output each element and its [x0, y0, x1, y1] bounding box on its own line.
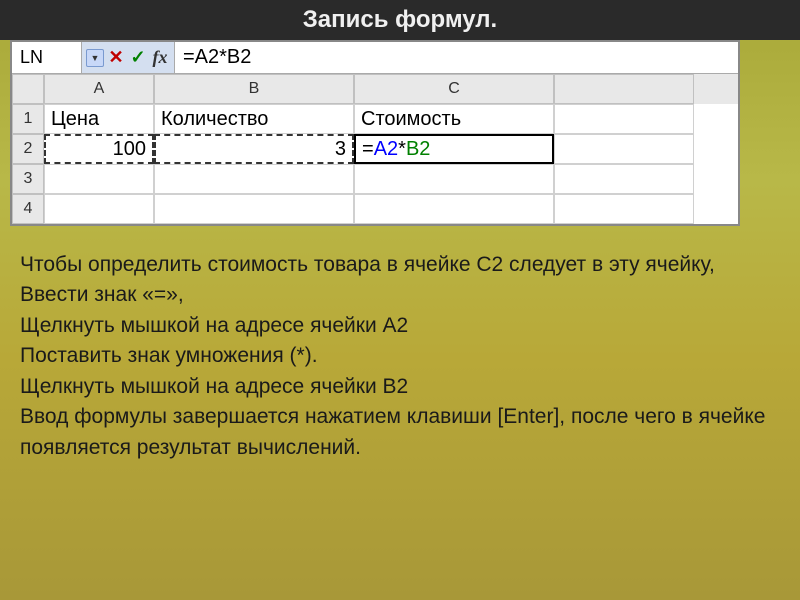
spreadsheet-grid: A B C 1 Цена Количество Стоимость 2 100 …	[12, 74, 738, 224]
excel-window: LN ▼ ✕ ✓ fx =A2*B2 A B C 1 Цена Количест…	[10, 40, 740, 226]
row-header-3[interactable]: 3	[12, 164, 44, 194]
formula-input[interactable]: =A2*B2	[174, 42, 738, 73]
explanation-line: Щелкнуть мышкой на адресе ячейки В2	[20, 372, 780, 402]
table-row: 3	[12, 164, 738, 194]
cell-b3[interactable]	[154, 164, 354, 194]
cell-a2[interactable]: 100	[44, 134, 154, 164]
cell-c4[interactable]	[354, 194, 554, 224]
cell-d4[interactable]	[554, 194, 694, 224]
table-row: 2 100 3 =A2*B2	[12, 134, 738, 164]
cell-d2[interactable]	[554, 134, 694, 164]
column-header-c[interactable]: C	[354, 74, 554, 104]
confirm-formula-button[interactable]: ✓	[128, 48, 148, 68]
column-header-d[interactable]	[554, 74, 694, 104]
row-header-2[interactable]: 2	[12, 134, 44, 164]
name-box[interactable]: LN	[12, 42, 82, 73]
formula-prefix: =	[362, 138, 374, 161]
explanation-line: Щелкнуть мышкой на адресе ячейки А2	[20, 311, 780, 341]
explanation-line: Ввести знак «=»,	[20, 280, 780, 310]
table-row: 4	[12, 194, 738, 224]
cell-a4[interactable]	[44, 194, 154, 224]
table-row: 1 Цена Количество Стоимость	[12, 104, 738, 134]
slide-title: Запись формул.	[0, 0, 800, 40]
cell-d3[interactable]	[554, 164, 694, 194]
cancel-formula-button[interactable]: ✕	[106, 48, 126, 68]
cell-c1[interactable]: Стоимость	[354, 104, 554, 134]
cell-b2[interactable]: 3	[154, 134, 354, 164]
cell-b4[interactable]	[154, 194, 354, 224]
cell-d1[interactable]	[554, 104, 694, 134]
cell-a3[interactable]	[44, 164, 154, 194]
column-header-row: A B C	[12, 74, 738, 104]
select-all-corner[interactable]	[12, 74, 44, 104]
explanation-line: Ввод формулы завершается нажатием клавиш…	[20, 402, 780, 463]
explanation-line: Чтобы определить стоимость товара в ячей…	[20, 250, 780, 280]
name-box-dropdown-icon[interactable]: ▼	[86, 49, 104, 67]
cell-c3[interactable]	[354, 164, 554, 194]
formula-bar: LN ▼ ✕ ✓ fx =A2*B2	[12, 42, 738, 74]
cell-b1[interactable]: Количество	[154, 104, 354, 134]
column-header-a[interactable]: A	[44, 74, 154, 104]
cell-ref-b2: B2	[406, 138, 430, 161]
row-header-1[interactable]: 1	[12, 104, 44, 134]
explanation-line: Поставить знак умножения (*).	[20, 341, 780, 371]
insert-function-button[interactable]: fx	[150, 48, 170, 68]
cell-a1[interactable]: Цена	[44, 104, 154, 134]
explanation-text: Чтобы определить стоимость товара в ячей…	[0, 226, 800, 483]
row-header-4[interactable]: 4	[12, 194, 44, 224]
formula-operator: *	[398, 138, 406, 161]
cell-ref-a2: A2	[374, 138, 398, 161]
cell-c2[interactable]: =A2*B2	[354, 134, 554, 164]
formula-bar-buttons: ▼ ✕ ✓ fx	[82, 42, 174, 73]
column-header-b[interactable]: B	[154, 74, 354, 104]
